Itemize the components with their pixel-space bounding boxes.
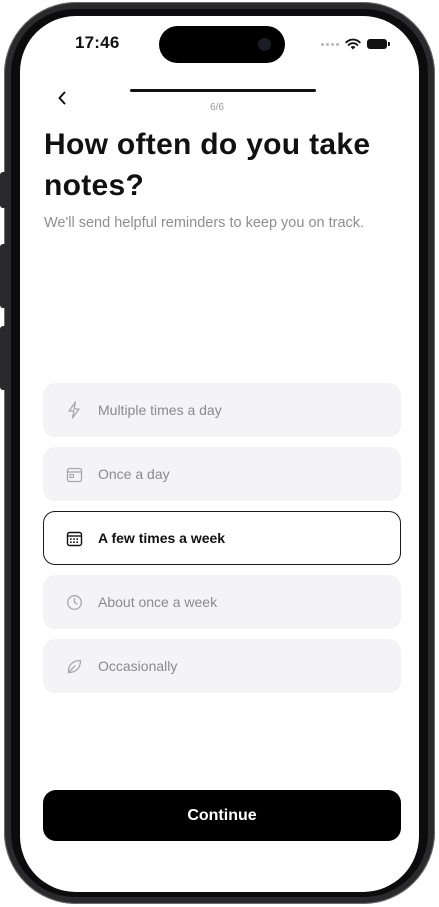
step-counter: 6/6 — [210, 102, 224, 113]
option-label: Multiple times a day — [98, 402, 222, 418]
option-label: Once a day — [98, 466, 170, 482]
volume-down-button — [0, 326, 6, 390]
option-label: About once a week — [98, 594, 218, 610]
camera-icon — [258, 38, 271, 51]
clock-icon — [65, 593, 83, 611]
mute-switch — [0, 172, 6, 208]
app-screen: 17:46 6/6 How often do you take notes? W… — [20, 16, 419, 892]
page-subtitle: We'll send helpful reminders to keep you… — [44, 215, 365, 231]
progress-bar — [130, 89, 316, 92]
cellular-signal-icon — [321, 42, 339, 46]
option-once-a-day[interactable]: Once a day — [43, 447, 401, 501]
calendar-day-icon — [65, 465, 83, 483]
option-multiple-times-a-day[interactable]: Multiple times a day — [43, 383, 401, 437]
dynamic-island — [159, 26, 285, 63]
page-title: How often do you take notes? — [44, 128, 371, 202]
option-a-few-times-a-week[interactable]: A few times a week — [43, 511, 401, 565]
wifi-icon — [345, 38, 361, 50]
lightning-icon — [65, 401, 83, 419]
option-label: A few times a week — [98, 530, 226, 546]
calendar-week-icon — [65, 529, 83, 547]
option-about-once-a-week[interactable]: About once a week — [43, 575, 401, 629]
chevron-left-icon — [58, 91, 66, 105]
leaf-icon — [65, 657, 83, 675]
frequency-options: Multiple times a day Once a day A few ti… — [43, 383, 401, 693]
battery-icon — [367, 39, 390, 49]
volume-up-button — [0, 244, 6, 308]
status-icons — [321, 38, 390, 50]
continue-button[interactable]: Continue — [43, 790, 401, 841]
back-button[interactable] — [52, 88, 72, 108]
status-time: 17:46 — [75, 33, 120, 52]
option-label: Occasionally — [98, 658, 178, 674]
option-occasionally[interactable]: Occasionally — [43, 639, 401, 693]
